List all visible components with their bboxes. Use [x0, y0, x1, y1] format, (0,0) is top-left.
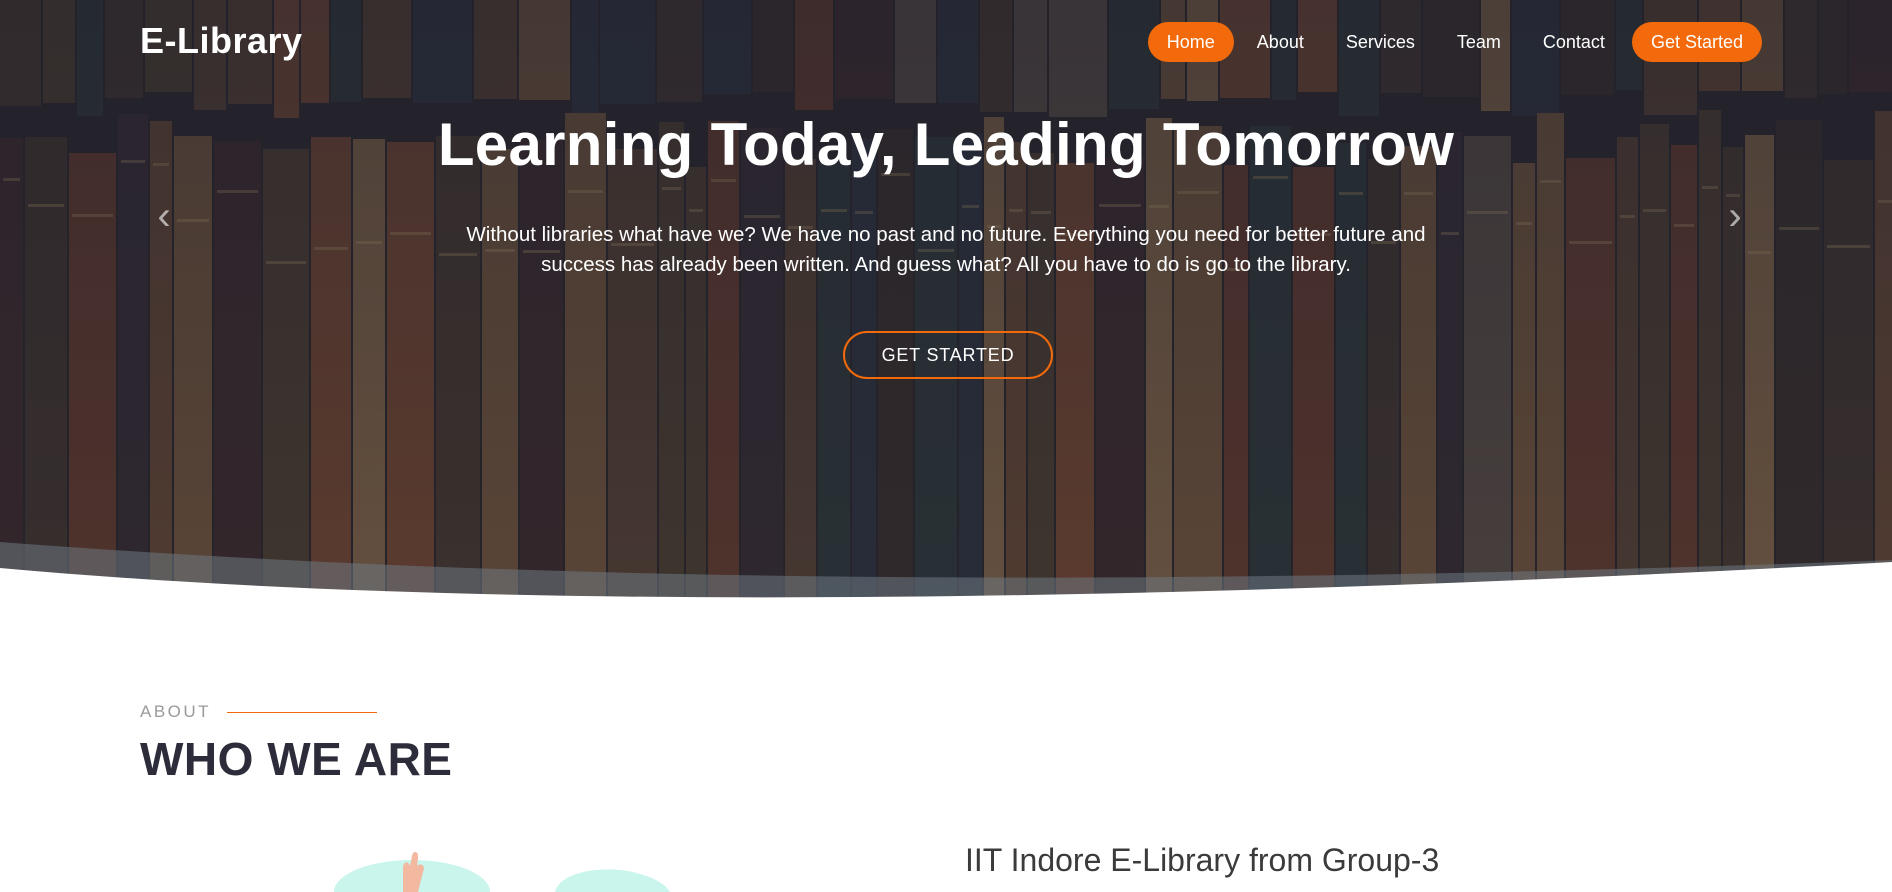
about-label-text: ABOUT: [140, 702, 212, 721]
hero-title: Learning Today, Leading Tomorrow: [437, 111, 1455, 178]
get-started-hero-button[interactable]: GET STARTED: [843, 331, 1053, 379]
hero-wave-divider: [0, 542, 1892, 610]
chevron-right-icon[interactable]: ›: [1717, 196, 1753, 236]
about-subheading: IIT Indore E-Library from Group-3: [965, 842, 1440, 878]
nav-team[interactable]: Team: [1438, 22, 1520, 62]
hero-section: E-Library Home About Services Team Conta…: [0, 0, 1892, 610]
nav-services[interactable]: Services: [1327, 22, 1434, 62]
about-illustration: [334, 852, 670, 892]
hero-overlay: [0, 0, 1892, 610]
about-heading: WHO WE ARE: [140, 733, 453, 785]
about-label-line: [227, 711, 378, 713]
hero-text: Without libraries what have we? We have …: [466, 223, 1426, 276]
get-started-nav-button[interactable]: Get Started: [1631, 22, 1762, 62]
chevron-left-icon[interactable]: ‹: [146, 196, 182, 236]
nav-home[interactable]: Home: [1147, 22, 1234, 62]
about-label: ABOUT: [140, 702, 378, 722]
nav-contact[interactable]: Contact: [1524, 22, 1624, 62]
main-nav: Home About Services Team Contact Get Sta…: [1147, 22, 1762, 62]
site-logo[interactable]: E-Library: [140, 20, 303, 62]
nav-about[interactable]: About: [1238, 22, 1323, 62]
